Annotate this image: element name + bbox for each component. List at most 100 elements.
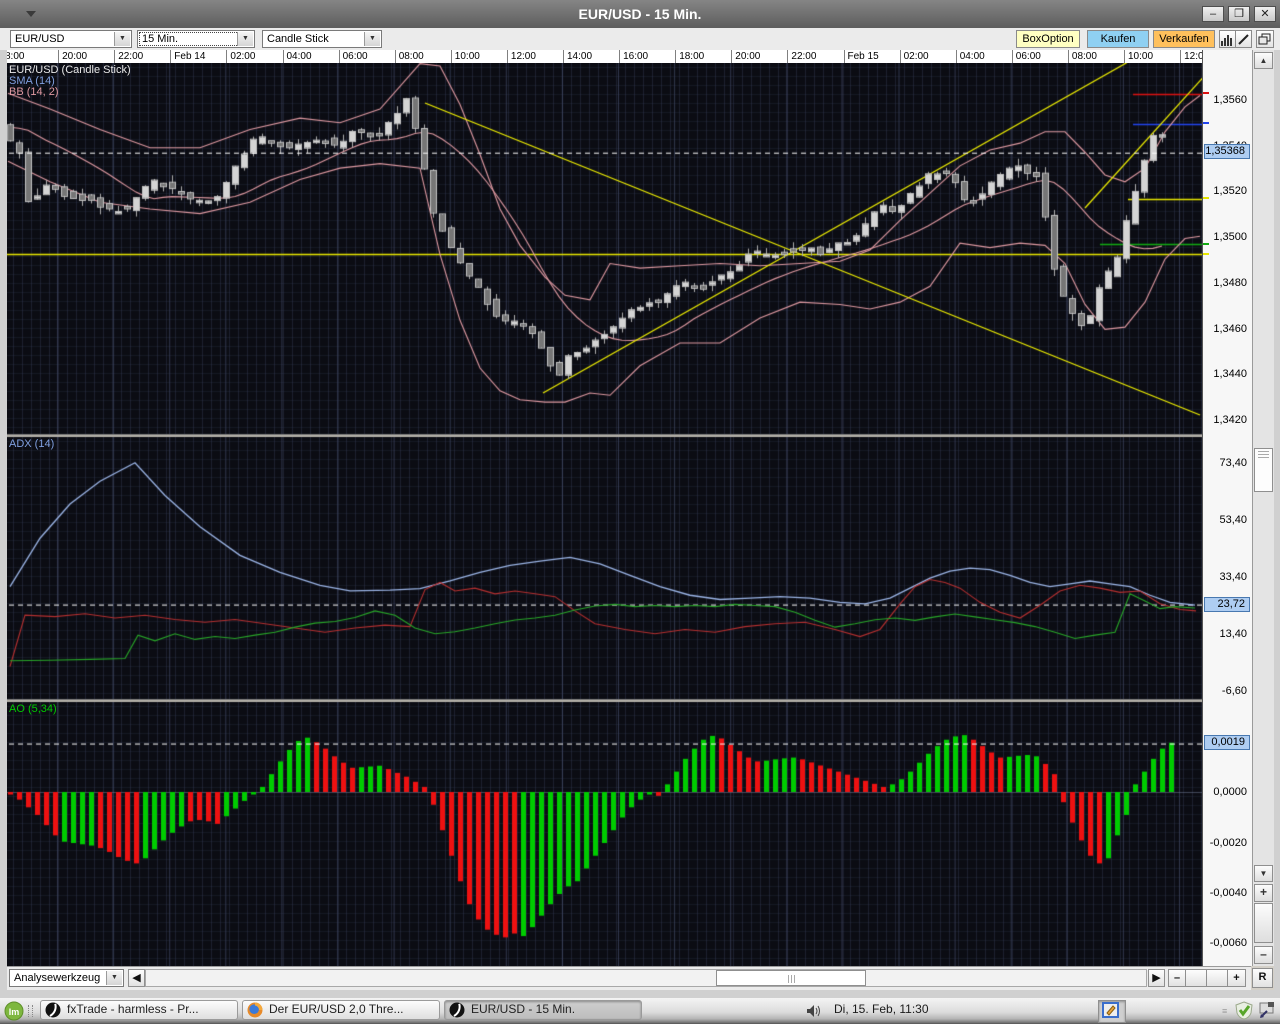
axis-label: 1,3520 [1213, 185, 1247, 197]
volume-icon[interactable] [806, 1004, 822, 1023]
axis-label: 33,40 [1219, 571, 1247, 583]
legend-bb: BB (14, 2) [9, 87, 59, 98]
axis-label: 1,3560 [1213, 94, 1247, 106]
screenshot-tool-icon[interactable] [1257, 1001, 1277, 1024]
horizontal-scroll-thumb[interactable] [716, 970, 866, 986]
time-axis-label: 12:00 [507, 50, 564, 63]
minimize-button[interactable]: – [1202, 6, 1224, 22]
analysis-tool-value: Analysewerkzeug [14, 972, 100, 984]
boxoption-button[interactable]: BoxOption [1016, 30, 1080, 48]
close-button[interactable]: ✕ [1254, 6, 1276, 22]
time-axis-label: 16:00 [619, 50, 676, 63]
window-left-border [0, 50, 7, 990]
draw-line-icon[interactable] [1235, 30, 1252, 48]
adx-panel-label: ADX (14) [9, 439, 54, 450]
axis-label: 1,3480 [1213, 277, 1247, 289]
panel-grip[interactable] [28, 1005, 33, 1017]
level-color-tick [1203, 122, 1209, 124]
instrument-value: EUR/USD [15, 33, 65, 45]
taskbar-task-button[interactable]: EUR/USD - 15 Min. [444, 1000, 642, 1020]
firefox-icon [247, 1002, 263, 1018]
chevron-down-icon[interactable]: ▼ [364, 32, 380, 46]
chevron-down-icon[interactable]: ▼ [237, 32, 253, 46]
fxtrade-window: EUR/USD - 15 Min. – ❒ ✕ EUR/USD ▼ 15 Min… [0, 0, 1280, 1024]
current-value-badge: 23,72 [1204, 597, 1250, 612]
time-axis-label: 10:00 [1124, 50, 1181, 63]
level-color-tick [1203, 253, 1209, 255]
chart-plot-area[interactable] [0, 63, 1202, 966]
bottom-toolbar: Analysewerkzeug ▼ ◀ ▶ – + [7, 966, 1251, 990]
task-label: fxTrade - harmless - Pr... [67, 1002, 199, 1016]
zoom-out-button[interactable]: – [1254, 946, 1273, 964]
time-axis-label: 02:00 [900, 50, 957, 63]
window-titlebar[interactable]: EUR/USD - 15 Min. – ❒ ✕ [0, 0, 1280, 29]
taskbar: lm fxTrade - harmless - Pr... Der EUR/USD… [0, 998, 1280, 1024]
axis-label: 1,3500 [1213, 231, 1247, 243]
sell-button[interactable]: Verkaufen [1153, 30, 1215, 48]
interval-value: 15 Min. [142, 33, 178, 45]
chevron-down-icon[interactable]: ▼ [114, 32, 130, 46]
level-color-tick [1203, 243, 1209, 245]
time-axis-label: Feb 15 [844, 50, 901, 63]
time-axis: 8:0020:0022:00Feb 1402:0004:0006:0008:00… [0, 50, 1252, 64]
time-axis-label: 02:00 [226, 50, 283, 63]
axis-label: -6,60 [1222, 685, 1247, 697]
zoom-in-button[interactable]: + [1254, 884, 1273, 902]
instrument-dropdown[interactable]: EUR/USD ▼ [10, 30, 132, 48]
maximize-button[interactable]: ❒ [1228, 6, 1250, 22]
buy-button[interactable]: Kaufen [1087, 30, 1149, 48]
chart-type-value: Candle Stick [267, 33, 329, 45]
time-axis-label: 04:00 [956, 50, 1013, 63]
taskbar-task-button[interactable]: Der EUR/USD 2,0 Thre... [242, 1000, 440, 1020]
scroll-up-icon[interactable]: ▲ [1254, 52, 1273, 69]
horizontal-scrollbar[interactable] [145, 969, 1147, 987]
task-label: Der EUR/USD 2,0 Thre... [269, 1002, 403, 1016]
mint-menu-button[interactable]: lm [4, 1001, 24, 1024]
zoom-in-x-button[interactable]: + [1227, 969, 1246, 987]
axis-label: 1,3460 [1213, 323, 1247, 335]
scroll-down-icon[interactable]: ▼ [1254, 865, 1273, 882]
chart-toolbar: EUR/USD ▼ 15 Min. ▼ Candle Stick ▼ BoxOp… [0, 28, 1280, 51]
reset-chart-button[interactable]: R [1252, 968, 1273, 988]
taskbar-task-button[interactable]: fxTrade - harmless - Pr... [40, 1000, 238, 1020]
task-label: EUR/USD - 15 Min. [471, 1002, 575, 1016]
ao-panel-label: AO (5,34) [9, 704, 57, 715]
axis-label: 53,40 [1219, 514, 1247, 526]
scroll-right-icon[interactable]: ▶ [1148, 969, 1165, 987]
tray-grip[interactable]: ≡ [1222, 1006, 1227, 1016]
update-manager-icon[interactable] [1234, 1001, 1254, 1024]
time-axis-label: 04:00 [283, 50, 340, 63]
vertical-scrollbar[interactable]: ▲ ▼ + – [1252, 50, 1274, 966]
taskbar-clock[interactable]: Di, 15. Feb, 11:30 [834, 1002, 929, 1016]
axis-label: 1,3440 [1213, 368, 1247, 380]
zoom-track-x[interactable] [1185, 969, 1207, 987]
window-right-border [1274, 50, 1280, 990]
level-color-tick [1203, 92, 1209, 94]
vertical-scroll-thumb[interactable] [1254, 448, 1273, 492]
time-axis-label: 10:00 [451, 50, 508, 63]
scroll-left-icon[interactable]: ◀ [128, 969, 145, 987]
fxtrade-icon [449, 1002, 465, 1018]
value-axis: 1,35601,35401,35201,35001,34801,34601,34… [1202, 50, 1252, 966]
chart-type-dropdown[interactable]: Candle Stick ▼ [262, 30, 382, 48]
time-axis-label: 14:00 [563, 50, 620, 63]
svg-text:lm: lm [9, 1007, 20, 1017]
zoom-track-x2[interactable] [1206, 969, 1228, 987]
time-axis-label: 18:00 [675, 50, 732, 63]
time-axis-label: 8:00 [2, 50, 58, 63]
restore-window-icon[interactable] [1256, 30, 1274, 48]
interval-dropdown[interactable]: 15 Min. ▼ [137, 30, 255, 48]
analysis-tool-dropdown[interactable]: Analysewerkzeug ▼ [9, 969, 124, 987]
time-axis-label: 22:00 [114, 50, 171, 63]
time-axis-label: 06:00 [339, 50, 396, 63]
chevron-down-icon[interactable]: ▼ [106, 971, 122, 985]
screenshot-tray-button[interactable] [1098, 1000, 1126, 1023]
volume-bars-icon[interactable] [1219, 30, 1236, 48]
time-axis-label: Feb 14 [170, 50, 227, 63]
time-axis-label: 08:00 [1068, 50, 1125, 63]
zoom-out-x-button[interactable]: – [1168, 969, 1186, 987]
current-value-badge: 1,35368 [1204, 144, 1250, 159]
axis-label: -0,0020 [1210, 837, 1247, 849]
fxtrade-icon [45, 1002, 61, 1018]
zoom-track[interactable] [1254, 903, 1273, 943]
